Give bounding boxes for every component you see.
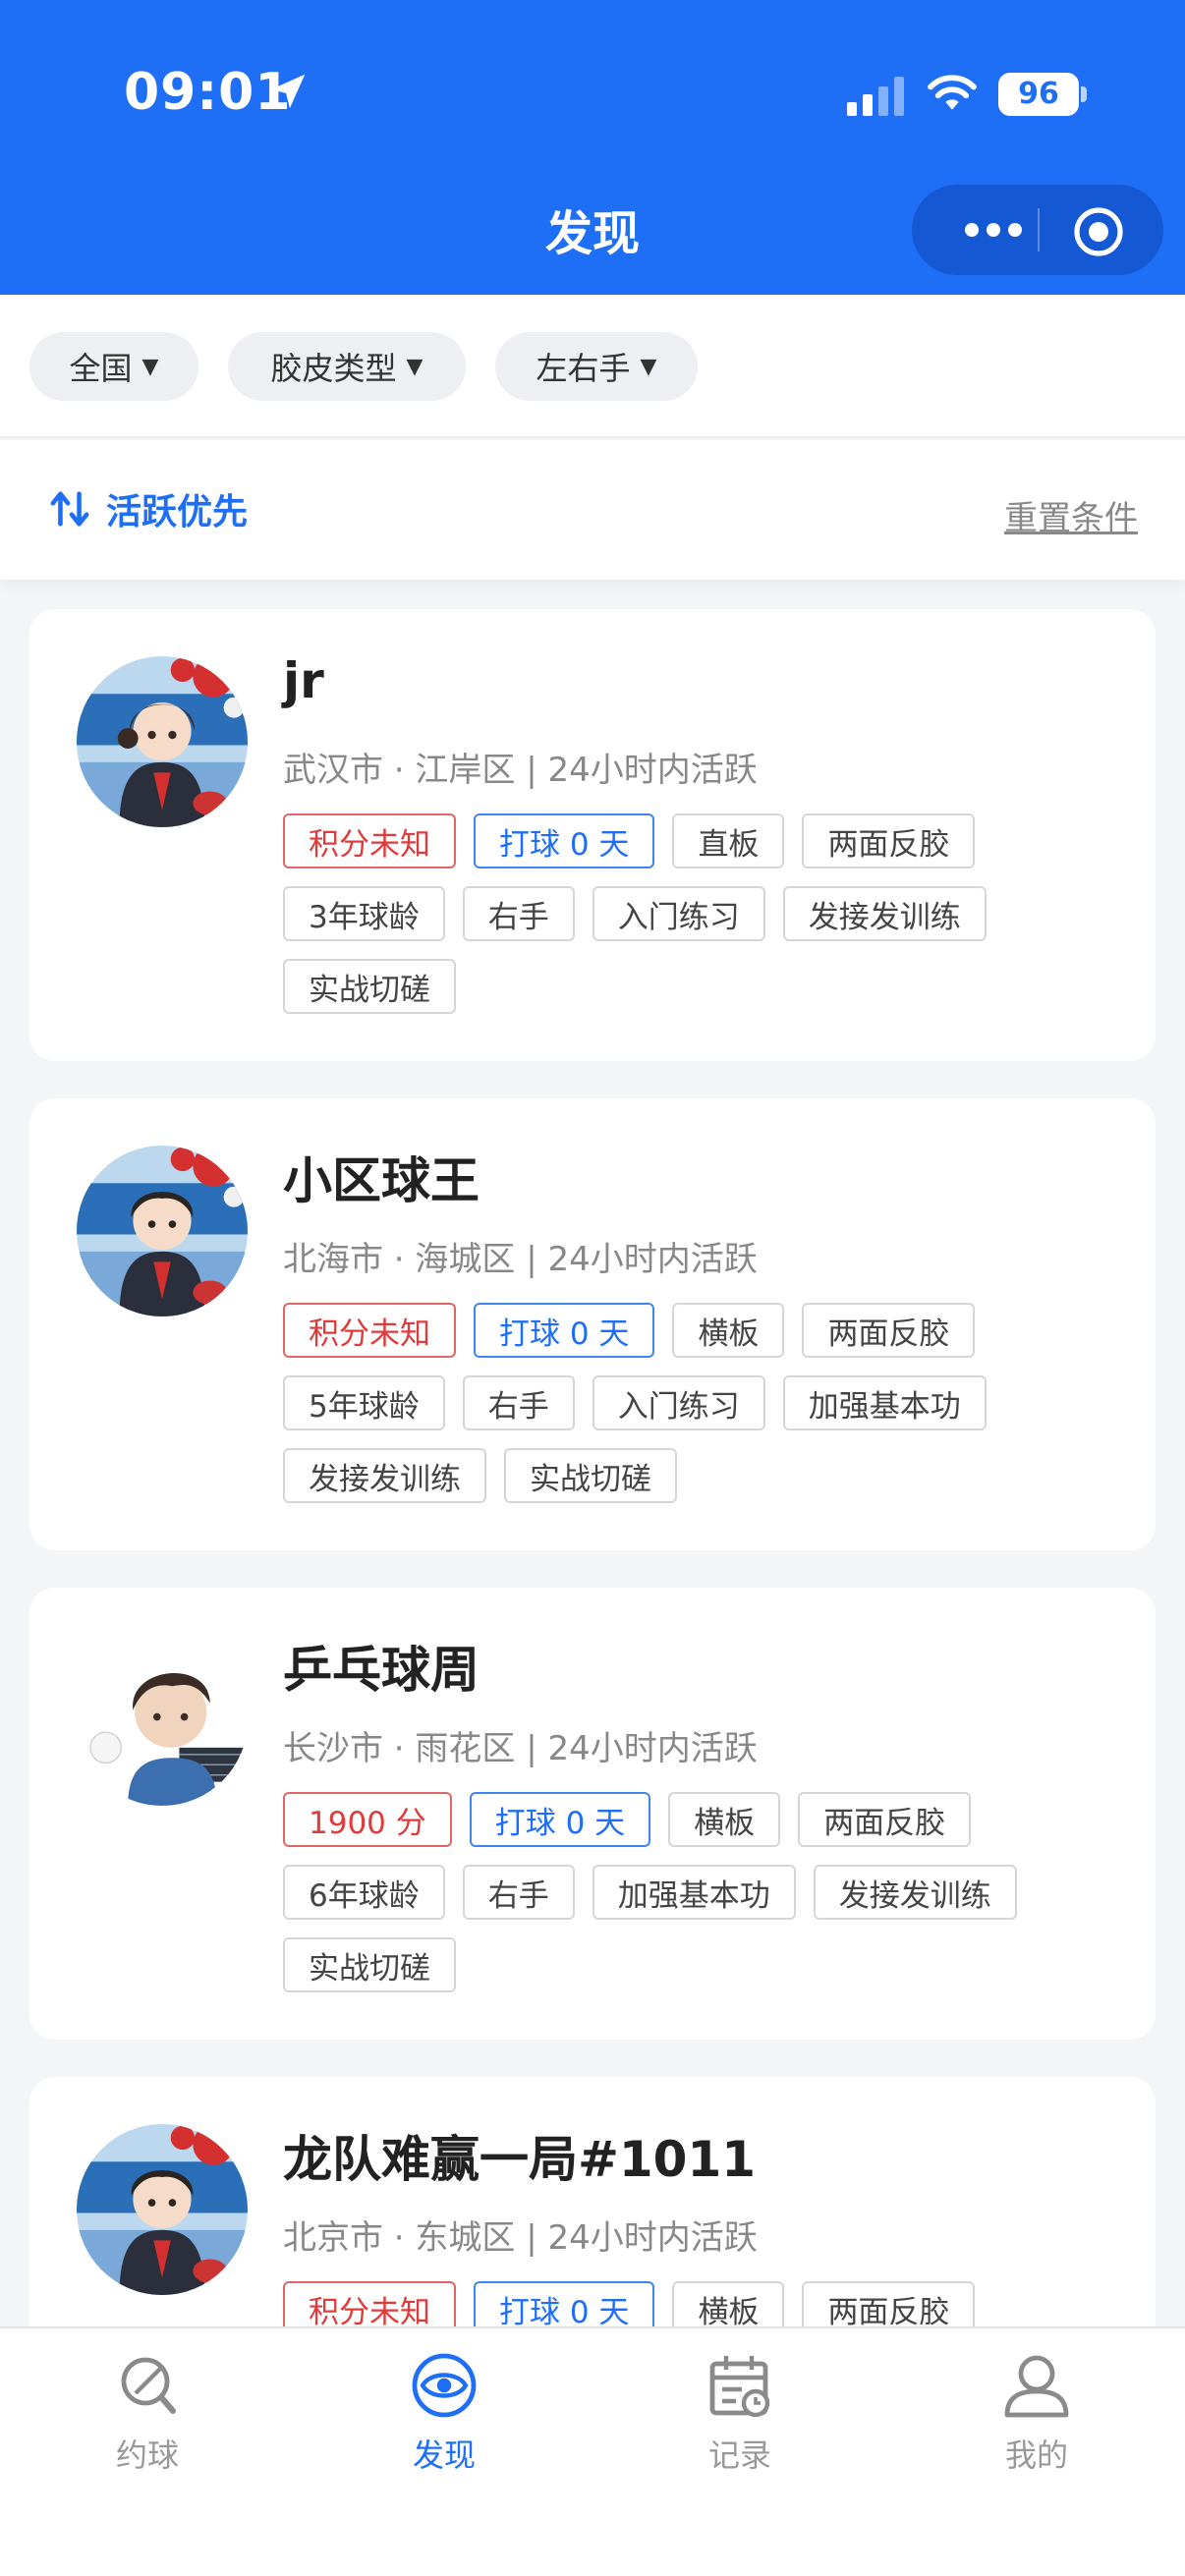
filter-bar: 全国 ▼ 胶皮类型 ▼ 左右手 ▼	[0, 295, 1185, 438]
tab-discover[interactable]: 发现	[346, 2350, 542, 2476]
player-location: 武汉市 · 江岸区 | 24小时内活跃	[283, 751, 758, 790]
avatar	[77, 1146, 248, 1316]
caret-down-icon: ▼	[640, 354, 657, 379]
tag-rubber: 两面反胶	[802, 1303, 976, 1358]
miniprogram-capsule	[912, 185, 1163, 275]
player-card[interactable]: 乒乓球周 长沙市 · 雨花区 | 24小时内活跃 1900 分 打球 0 天 横…	[29, 1588, 1156, 2040]
filter-rubber-type[interactable]: 胶皮类型 ▼	[228, 332, 466, 401]
tag-play-days: 打球 0 天	[474, 1303, 655, 1358]
tag-list: 积分未知 打球 0 天 横板 两面反胶 5年球龄 右手 入门练习 加强基本功 发…	[283, 1303, 1108, 1503]
tab-label: 记录	[707, 2436, 771, 2474]
filter-region[interactable]: 全国 ▼	[29, 332, 198, 401]
tag-goal: 实战切磋	[283, 959, 456, 1014]
player-card[interactable]: 小区球王 北海市 · 海城区 | 24小时内活跃 积分未知 打球 0 天 横板 …	[29, 1098, 1156, 1550]
tag-experience: 5年球龄	[283, 1375, 445, 1430]
reset-filters-link[interactable]: 重置条件	[1004, 491, 1138, 539]
cellular-signal-icon	[847, 77, 904, 116]
sort-bar: 活跃优先 重置条件	[0, 440, 1185, 580]
status-bar: 09:01 96	[0, 0, 1185, 187]
filter-handedness-label: 左右手	[536, 350, 631, 387]
tag-experience: 6年球龄	[283, 1865, 445, 1920]
user-icon	[1004, 2355, 1069, 2418]
tag-hand: 右手	[462, 886, 575, 941]
avatar	[77, 1635, 248, 1806]
player-name: 龙队难赢一局#1011	[283, 2131, 757, 2188]
tag-goal: 加强基本功	[592, 1865, 796, 1920]
tab-label: 我的	[1004, 2436, 1068, 2474]
tab-label: 约球	[115, 2436, 179, 2474]
tag-goal: 入门练习	[592, 886, 765, 941]
player-name: 乒乓球周	[283, 1642, 480, 1699]
tab-records[interactable]: 记录	[642, 2350, 838, 2476]
wifi-icon	[928, 75, 977, 110]
tab-mine[interactable]: 我的	[938, 2350, 1135, 2476]
avatar	[77, 2124, 248, 2295]
tag-points: 积分未知	[283, 813, 456, 868]
tab-label: 发现	[412, 2436, 476, 2474]
location-arrow-icon	[270, 74, 306, 109]
tag-play-days: 打球 0 天	[474, 813, 655, 868]
tag-hand: 右手	[462, 1375, 575, 1430]
player-location: 北海市 · 海城区 | 24小时内活跃	[283, 1240, 758, 1279]
more-menu-button[interactable]	[949, 208, 1038, 252]
more-dot-icon	[987, 223, 1000, 237]
tag-list: 1900 分 打球 0 天 横板 两面反胶 6年球龄 右手 加强基本功 发接发训…	[283, 1792, 1108, 1992]
tag-grip: 横板	[672, 1303, 785, 1358]
eye-icon	[412, 2353, 477, 2418]
filter-handedness[interactable]: 左右手 ▼	[495, 332, 698, 401]
capsule-divider	[1038, 208, 1040, 252]
filter-region-label: 全国	[69, 350, 133, 387]
more-dot-icon	[965, 223, 979, 237]
close-miniprogram-icon[interactable]	[1073, 206, 1124, 257]
filter-rubber-type-label: 胶皮类型	[270, 350, 397, 387]
caret-down-icon: ▼	[141, 354, 159, 379]
tag-goal: 入门练习	[592, 1375, 765, 1430]
tag-hand: 右手	[462, 1865, 575, 1920]
tag-experience: 3年球龄	[283, 886, 445, 941]
tag-goal: 发接发训练	[782, 886, 987, 941]
tag-points: 1900 分	[283, 1792, 452, 1847]
player-location: 北京市 · 东城区 | 24小时内活跃	[283, 2218, 758, 2258]
more-dot-icon	[1008, 223, 1022, 237]
tag-play-days: 打球 0 天	[469, 1792, 651, 1847]
player-name: 小区球王	[283, 1152, 480, 1209]
tag-points: 积分未知	[283, 1303, 456, 1358]
racket-icon	[121, 2357, 176, 2414]
avatar	[77, 656, 248, 827]
tab-yueqiu[interactable]: 约球	[49, 2350, 246, 2476]
sort-arrows-icon[interactable]	[49, 489, 90, 529]
player-location: 长沙市 · 雨花区 | 24小时内活跃	[283, 1729, 758, 1768]
tag-goal: 发接发训练	[283, 1448, 486, 1503]
caret-down-icon: ▼	[406, 354, 423, 379]
tag-grip: 横板	[668, 1792, 781, 1847]
player-name: jr	[283, 652, 324, 709]
tag-grip: 直板	[672, 813, 785, 868]
tag-goal: 发接发训练	[813, 1865, 1017, 1920]
tag-rubber: 两面反胶	[798, 1792, 972, 1847]
sort-option[interactable]: 活跃优先	[106, 483, 248, 534]
tag-rubber: 两面反胶	[802, 813, 976, 868]
bottom-tab-bar: 约球 发现 记录 我的	[0, 2326, 1185, 2576]
player-card[interactable]: jr 武汉市 · 江岸区 | 24小时内活跃 积分未知 打球 0 天 直板 两面…	[29, 609, 1156, 1061]
tag-list: 积分未知 打球 0 天 直板 两面反胶 3年球龄 右手 入门练习 发接发训练 实…	[283, 813, 1108, 1014]
tag-goal: 实战切磋	[283, 1937, 456, 1992]
battery-indicator: 96	[998, 73, 1079, 116]
top-header: 09:01 96 发现	[0, 0, 1185, 295]
battery-cap	[1081, 86, 1087, 102]
tag-goal: 实战切磋	[504, 1448, 677, 1503]
calendar-icon	[709, 2356, 770, 2418]
tag-goal: 加强基本功	[782, 1375, 987, 1430]
